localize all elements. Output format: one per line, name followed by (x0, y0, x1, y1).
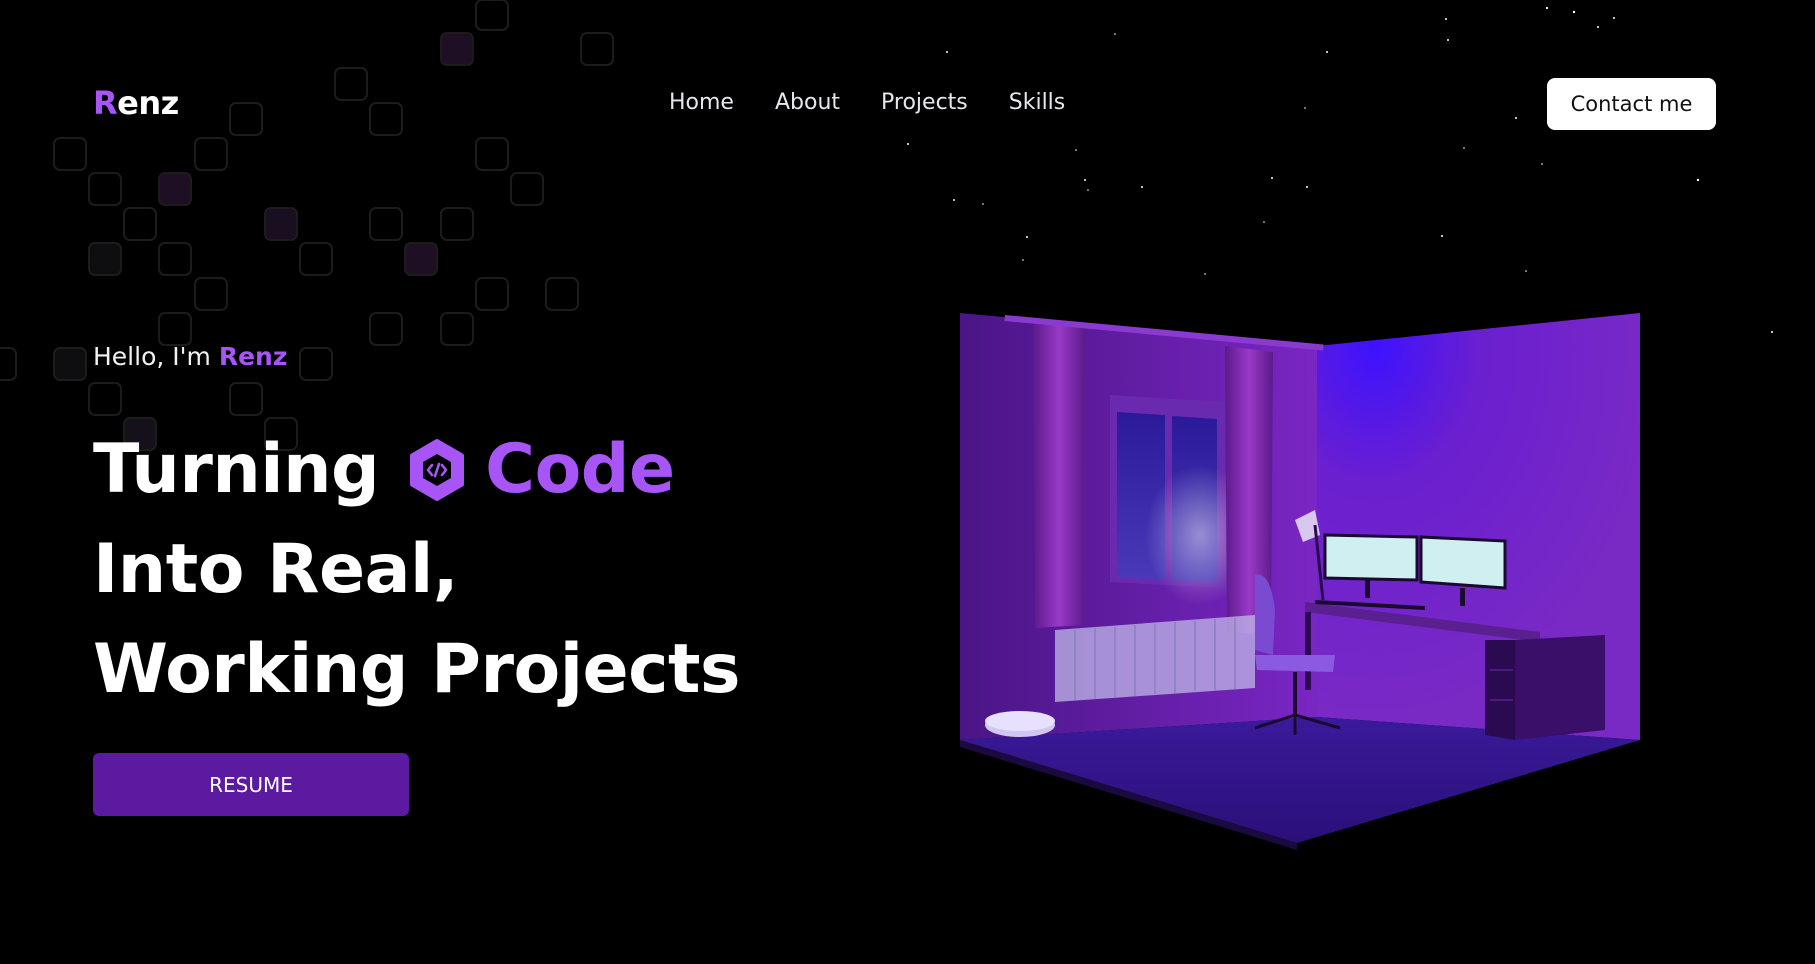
nav-projects[interactable]: Projects (881, 90, 968, 115)
greeting-prefix: Hello, I'm (93, 342, 219, 371)
headline-line-2: Into Real, (93, 530, 459, 609)
main-nav: Home About Projects Skills (669, 90, 1065, 115)
headline-turning: Turning (93, 430, 380, 509)
greeting: Hello, I'm Renz (93, 342, 287, 371)
hero-headline: Turning Code Into Real, Working Projects (93, 420, 740, 720)
greeting-name: Renz (218, 342, 288, 371)
logo[interactable]: Renz (93, 84, 179, 122)
logo-initial: R (93, 84, 118, 122)
nav-skills[interactable]: Skills (1009, 90, 1066, 115)
headline-code: Code (485, 430, 675, 509)
contact-button[interactable]: Contact me (1547, 78, 1716, 130)
headline-line-1: Turning Code (93, 420, 740, 520)
page: Renz Home About Projects Skills Contact … (0, 0, 1815, 964)
nav-home[interactable]: Home (669, 90, 734, 115)
headline-line-3: Working Projects (93, 630, 740, 709)
nav-about[interactable]: About (775, 90, 840, 115)
logo-text: enz (117, 84, 179, 122)
background-grid-pattern (0, 0, 614, 451)
resume-button[interactable]: RESUME (93, 753, 409, 816)
isometric-room-illustration (960, 313, 1640, 850)
hexagon-code-icon (410, 439, 465, 501)
